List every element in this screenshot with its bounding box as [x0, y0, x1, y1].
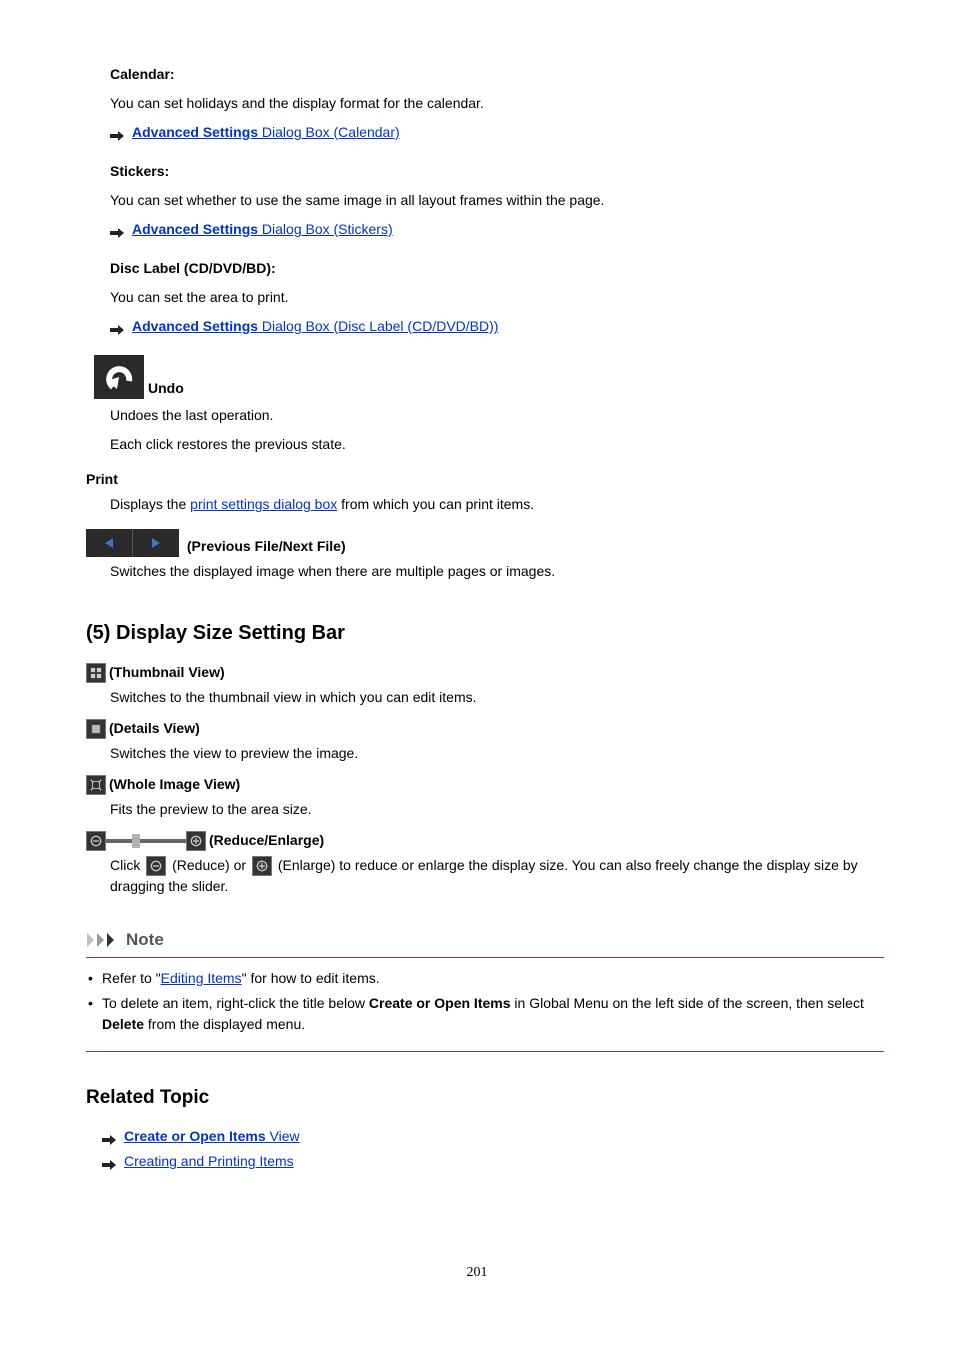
create-or-open-items-link[interactable]: Create or Open Items View [124, 1126, 300, 1147]
prev-next-text: Switches the displayed image when there … [110, 561, 884, 582]
advanced-settings-calendar-link[interactable]: Advanced Settings Dialog Box (Calendar) [132, 122, 400, 143]
note-item-2: To delete an item, right-click the title… [86, 993, 884, 1035]
disc-label-advanced-link-row: Advanced Settings Dialog Box (Disc Label… [110, 316, 884, 337]
arrow-right-icon [110, 321, 124, 333]
whole-image-view-text: Fits the preview to the area size. [110, 799, 884, 820]
details-view-text: Switches the view to preview the image. [110, 743, 884, 764]
stickers-text: You can set whether to use the same imag… [110, 190, 884, 211]
details-view-label: (Details View) [109, 718, 200, 739]
calendar-advanced-link-row: Advanced Settings Dialog Box (Calendar) [110, 122, 884, 143]
details-view-icon [86, 719, 106, 739]
reduce-enlarge-label: (Reduce/Enlarge) [209, 830, 324, 851]
prev-next-buttons [86, 529, 179, 557]
prev-next-label: (Previous File/Next File) [187, 538, 346, 554]
page-number: 201 [70, 1262, 884, 1283]
note-item-1: Refer to "Editing Items" for how to edit… [86, 968, 884, 989]
next-file-icon [133, 529, 179, 557]
arrow-right-icon [110, 127, 124, 139]
note-title: Note [126, 927, 164, 953]
undo-icon [94, 355, 144, 399]
print-settings-link[interactable]: print settings dialog box [190, 496, 337, 512]
disc-label-text: You can set the area to print. [110, 287, 884, 308]
note-block: Note Refer to "Editing Items" for how to… [86, 927, 884, 1052]
note-chevrons-icon [86, 931, 122, 949]
reduce-enlarge-text: Click (Reduce) or (Enlarge) to reduce or… [110, 855, 884, 897]
zoom-slider [86, 831, 206, 851]
arrow-right-icon [110, 224, 124, 236]
print-text: Displays the print settings dialog box f… [110, 494, 884, 515]
calendar-text: You can set holidays and the display for… [110, 93, 884, 114]
related-topic-title: Related Topic [86, 1084, 884, 1113]
thumbnail-view-label: (Thumbnail View) [109, 662, 225, 683]
whole-image-view-label: (Whole Image View) [109, 774, 240, 795]
section-5-title: (5) Display Size Setting Bar [86, 618, 884, 648]
undo-text-2: Each click restores the previous state. [110, 434, 884, 455]
enlarge-icon [186, 831, 206, 851]
arrow-right-icon [102, 1156, 116, 1168]
editing-items-link[interactable]: Editing Items [161, 970, 242, 986]
stickers-heading: Stickers: [110, 161, 884, 182]
thumbnail-view-text: Switches to the thumbnail view in which … [110, 687, 884, 708]
advanced-settings-stickers-link[interactable]: Advanced Settings Dialog Box (Stickers) [132, 219, 393, 240]
advanced-settings-disc-label-link[interactable]: Advanced Settings Dialog Box (Disc Label… [132, 316, 498, 337]
undo-text-1: Undoes the last operation. [110, 405, 884, 426]
calendar-heading: Calendar: [110, 64, 884, 85]
reduce-icon [86, 831, 106, 851]
disc-label-heading: Disc Label (CD/DVD/BD): [110, 258, 884, 279]
arrow-right-icon [102, 1131, 116, 1143]
whole-image-view-icon [86, 775, 106, 795]
print-label: Print [86, 469, 884, 490]
stickers-advanced-link-row: Advanced Settings Dialog Box (Stickers) [110, 219, 884, 240]
previous-file-icon [86, 529, 133, 557]
undo-label: Undo [148, 378, 184, 399]
creating-and-printing-items-link[interactable]: Creating and Printing Items [124, 1151, 294, 1172]
enlarge-inline-icon [252, 856, 272, 876]
thumbnail-view-icon [86, 663, 106, 683]
reduce-inline-icon [146, 856, 166, 876]
